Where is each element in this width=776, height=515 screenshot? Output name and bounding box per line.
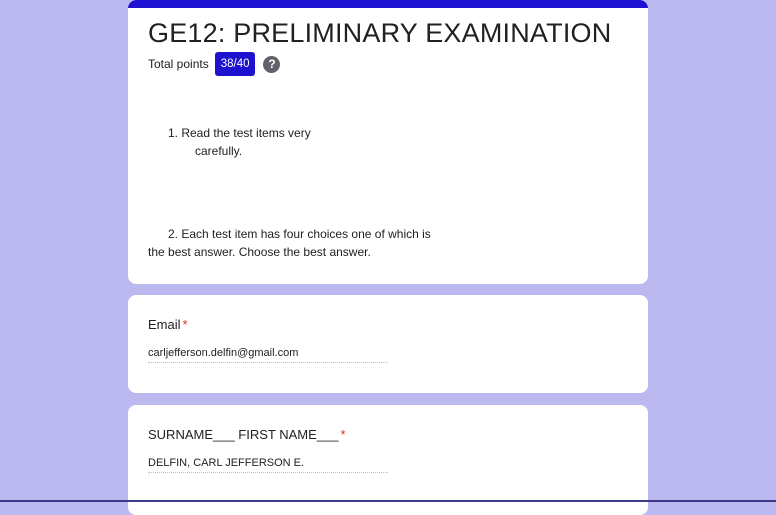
email-answer-field[interactable]: carljefferson.delfin@gmail.com (148, 347, 388, 363)
instruction-1-line-1: 1. Read the test items very (168, 126, 311, 140)
email-question-label: Email (148, 317, 181, 332)
name-question-title: SURNAME___ FIRST NAME___ * (148, 427, 346, 442)
required-asterisk: * (182, 317, 188, 332)
name-question-card: SURNAME___ FIRST NAME___ * DELFIN, CARL J… (128, 405, 648, 515)
name-answer-field[interactable]: DELFIN, CARL JEFFERSON E. (148, 457, 388, 473)
name-question-label: SURNAME___ FIRST NAME___ (148, 427, 339, 442)
email-question-card: Email * carljefferson.delfin@gmail.com (128, 295, 648, 393)
form-header-card: GE12: PRELIMINARY EXAMINATION Total poin… (128, 0, 648, 284)
form-title: GE12: PRELIMINARY EXAMINATION (148, 18, 612, 48)
instruction-2-line-2: the best answer. Choose the best answer. (148, 245, 371, 259)
instruction-1-line-2: carefully. (195, 144, 243, 158)
score-badge: 38/40 (214, 52, 256, 76)
email-question-title: Email * (148, 317, 188, 332)
required-asterisk: * (340, 427, 346, 442)
help-icon[interactable]: ? (263, 55, 281, 73)
total-points-label: Total points (148, 57, 209, 71)
instruction-2-line-1: 2. Each test item has four choices one o… (168, 227, 431, 241)
header-accent-bar (128, 0, 648, 8)
total-points-row: Total points 38/40 ? (148, 52, 281, 76)
